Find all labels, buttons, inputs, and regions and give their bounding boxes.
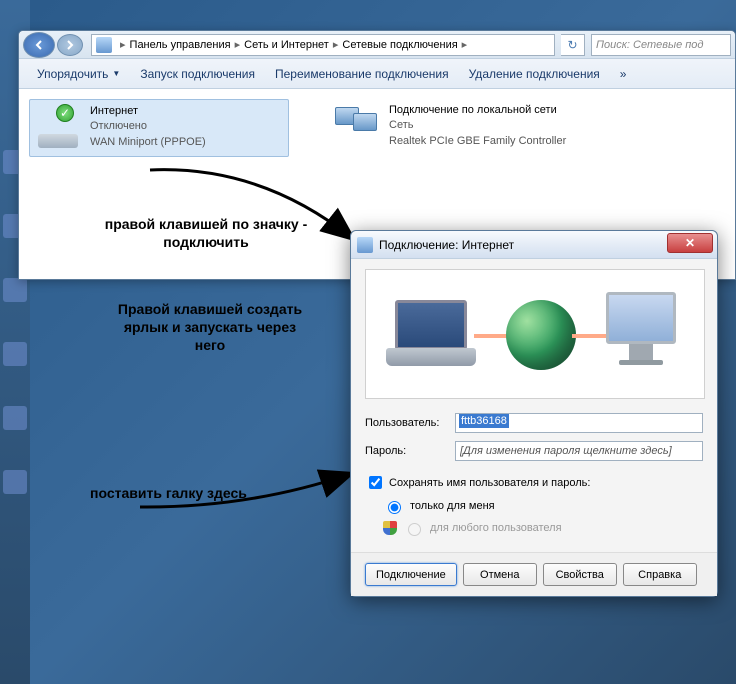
back-button[interactable] bbox=[23, 32, 55, 58]
connection-device: Realtek PCIe GBE Family Controller bbox=[389, 134, 566, 149]
password-input[interactable] bbox=[455, 441, 703, 461]
connection-name: Подключение по локальной сети bbox=[389, 103, 566, 118]
shield-icon bbox=[383, 521, 397, 535]
password-label: Пароль: bbox=[365, 445, 455, 457]
close-button[interactable]: ✕ bbox=[667, 233, 713, 253]
desktop-icon bbox=[3, 470, 27, 494]
annotation-3: поставить галку здесь bbox=[90, 484, 247, 502]
connection-name: Интернет bbox=[90, 104, 206, 119]
desktop-pc-icon bbox=[596, 292, 686, 380]
connection-illustration bbox=[365, 269, 705, 399]
connection-item-lan[interactable]: Подключение по локальной сети Сеть Realt… bbox=[329, 99, 589, 157]
connect-button[interactable]: Подключение bbox=[365, 563, 457, 586]
laptop-icon bbox=[386, 300, 476, 376]
dialog-button-row: Подключение Отмена Свойства Справка bbox=[351, 552, 717, 596]
properties-button[interactable]: Свойства bbox=[543, 563, 617, 586]
search-input[interactable]: Поиск: Сетевые под bbox=[591, 34, 731, 56]
annotation-1: правой клавишей по значку - подключить bbox=[96, 215, 316, 251]
save-credentials-label: Сохранять имя пользователя и пароль: bbox=[389, 477, 590, 489]
annotation-2: Правой клавишей создать ярлык и запускат… bbox=[110, 300, 310, 355]
toolbar: Упорядочить▼ Запуск подключения Переимен… bbox=[19, 59, 735, 89]
connection-status: Отключено bbox=[90, 119, 206, 134]
radio-only-me[interactable] bbox=[388, 501, 401, 514]
connections-list: ✓ Интернет Отключено WAN Miniport (PPPOE… bbox=[19, 89, 735, 167]
modem-icon: ✓ bbox=[34, 104, 82, 152]
organize-menu[interactable]: Упорядочить▼ bbox=[27, 63, 130, 85]
dialog-title: Подключение: Интернет bbox=[379, 238, 514, 252]
username-input[interactable]: fttb36168 bbox=[455, 413, 703, 433]
control-panel-icon bbox=[96, 37, 112, 53]
connection-item-internet[interactable]: ✓ Интернет Отключено WAN Miniport (PPPOE… bbox=[29, 99, 289, 157]
check-badge-icon: ✓ bbox=[56, 104, 74, 122]
connection-dialog: Подключение: Интернет ✕ Пользователь: ft… bbox=[350, 230, 718, 597]
more-button[interactable]: » bbox=[610, 63, 637, 85]
rename-connection-button[interactable]: Переименование подключения bbox=[265, 63, 459, 85]
address-bar[interactable]: ▸ Панель управления ▸ Сеть и Интернет ▸ … bbox=[91, 34, 555, 56]
radio-any-user bbox=[408, 523, 421, 536]
globe-icon bbox=[506, 300, 576, 370]
desktop-icon bbox=[3, 342, 27, 366]
breadcrumb-item[interactable]: Панель управления bbox=[130, 39, 231, 51]
dialog-titlebar: Подключение: Интернет ✕ bbox=[351, 231, 717, 259]
save-credentials-checkbox[interactable] bbox=[369, 476, 382, 489]
connection-device: WAN Miniport (PPPOE) bbox=[90, 135, 206, 150]
dialog-app-icon bbox=[357, 237, 373, 253]
refresh-button[interactable]: ↻ bbox=[561, 34, 585, 56]
breadcrumb-item[interactable]: Сетевые подключения bbox=[342, 39, 457, 51]
cancel-button[interactable]: Отмена bbox=[463, 563, 537, 586]
desktop-icon bbox=[3, 406, 27, 430]
search-placeholder: Поиск: Сетевые под bbox=[596, 39, 704, 51]
breadcrumb-item[interactable]: Сеть и Интернет bbox=[244, 39, 329, 51]
radio-any-user-label: для любого пользователя bbox=[430, 522, 562, 534]
radio-only-me-label: только для меня bbox=[410, 500, 495, 512]
forward-button[interactable] bbox=[57, 34, 83, 56]
start-connection-button[interactable]: Запуск подключения bbox=[130, 63, 265, 85]
username-value: fttb36168 bbox=[459, 414, 509, 428]
help-button[interactable]: Справка bbox=[623, 563, 697, 586]
desktop-icon bbox=[3, 278, 27, 302]
delete-connection-button[interactable]: Удаление подключения bbox=[459, 63, 610, 85]
titlebar: ▸ Панель управления ▸ Сеть и Интернет ▸ … bbox=[19, 31, 735, 59]
username-label: Пользователь: bbox=[365, 417, 455, 429]
connection-status: Сеть bbox=[389, 118, 566, 133]
network-monitors-icon bbox=[333, 103, 381, 151]
